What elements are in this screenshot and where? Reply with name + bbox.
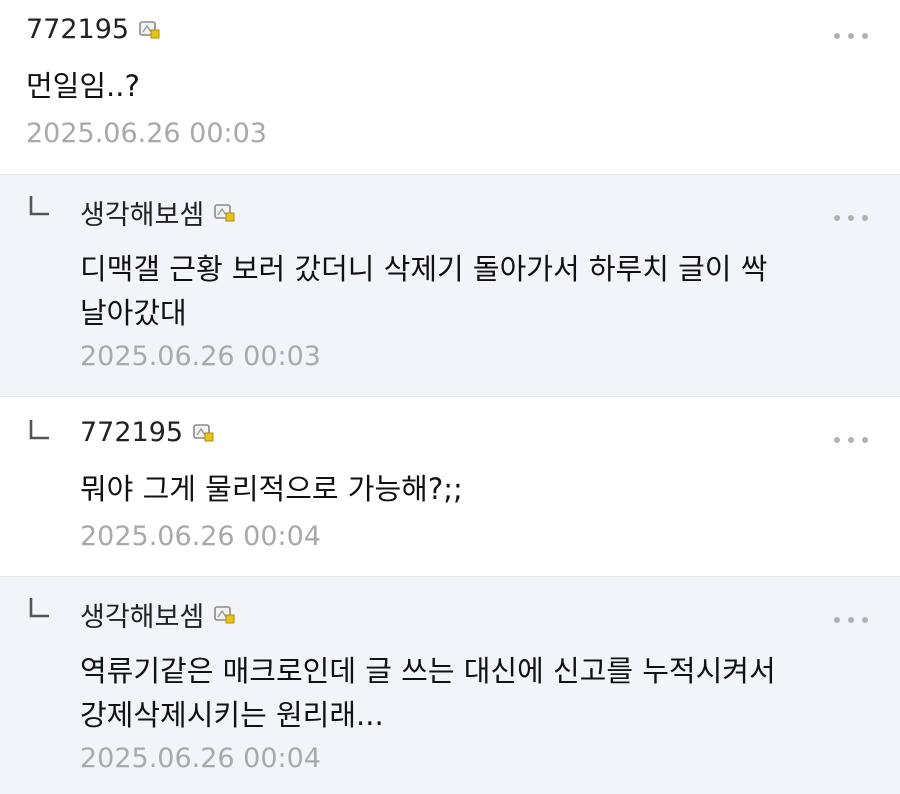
comment-body-line: 디맥갤 근황 보러 갔더니 삭제기 돌아가서 하루치 글이 싹 [80,252,768,286]
comment-timestamp: 2025.06.26 00:03 [26,118,267,149]
comment-body: 먼일임..? [26,64,140,108]
comment-body: 뭐야 그게 물리적으로 가능해?;; [80,467,463,511]
reply-arrow-icon [29,598,49,618]
author-name[interactable]: 생각해보셈 [80,595,204,634]
comment-author[interactable]: 772195 [80,417,215,448]
author-name[interactable]: 생각해보셈 [80,193,204,232]
reply-arrow-icon [29,420,49,440]
reply-arrow-icon [29,196,49,216]
comment-body-line: 뭐야 그게 물리적으로 가능해?;; [80,472,463,506]
reply-item: 생각해보셈 디맥갤 근황 보러 갔더니 삭제기 돌아가서 하루치 글이 싹 날아… [0,174,900,396]
comment-author[interactable]: 생각해보셈 [80,193,236,232]
user-badge-icon [214,203,236,223]
user-badge-icon [139,20,161,40]
reply-item: 772195 뭐야 그게 물리적으로 가능해?;; 2025.06.26 00:… [0,396,900,576]
comment-author[interactable]: 772195 [26,14,161,45]
comment-timestamp: 2025.06.26 00:04 [80,521,321,552]
user-badge-icon [193,423,215,443]
author-name[interactable]: 772195 [26,14,129,45]
comment-timestamp: 2025.06.26 00:04 [80,743,321,774]
comment-list: 772195 먼일임..? 2025.06.26 00:03 생각해보셈 디맥갤… [0,0,900,794]
more-options-icon[interactable] [834,615,868,625]
comment-timestamp: 2025.06.26 00:03 [80,341,321,372]
user-badge-icon [214,605,236,625]
comment-body: 디맥갤 근황 보러 갔더니 삭제기 돌아가서 하루치 글이 싹 날아갔대 [80,247,767,335]
comment-author[interactable]: 생각해보셈 [80,595,236,634]
comment-body-line: 날아갔대 [80,296,187,330]
comment-body: 역류기같은 매크로인데 글 쓰는 대신에 신고를 누적시켜서 강제삭제시키는 원… [80,649,776,737]
comment-item: 772195 먼일임..? 2025.06.26 00:03 [0,0,900,174]
author-name[interactable]: 772195 [80,417,183,448]
reply-item: 생각해보셈 역류기같은 매크로인데 글 쓰는 대신에 신고를 누적시켜서 강제삭… [0,576,900,794]
comment-body-line: 강제삭제시키는 원리래... [80,698,384,732]
more-options-icon[interactable] [834,213,868,223]
more-options-icon[interactable] [834,435,868,445]
comment-body-line: 먼일임..? [26,69,140,103]
more-options-icon[interactable] [834,31,868,41]
comment-body-line: 역류기같은 매크로인데 글 쓰는 대신에 신고를 누적시켜서 [80,654,776,688]
